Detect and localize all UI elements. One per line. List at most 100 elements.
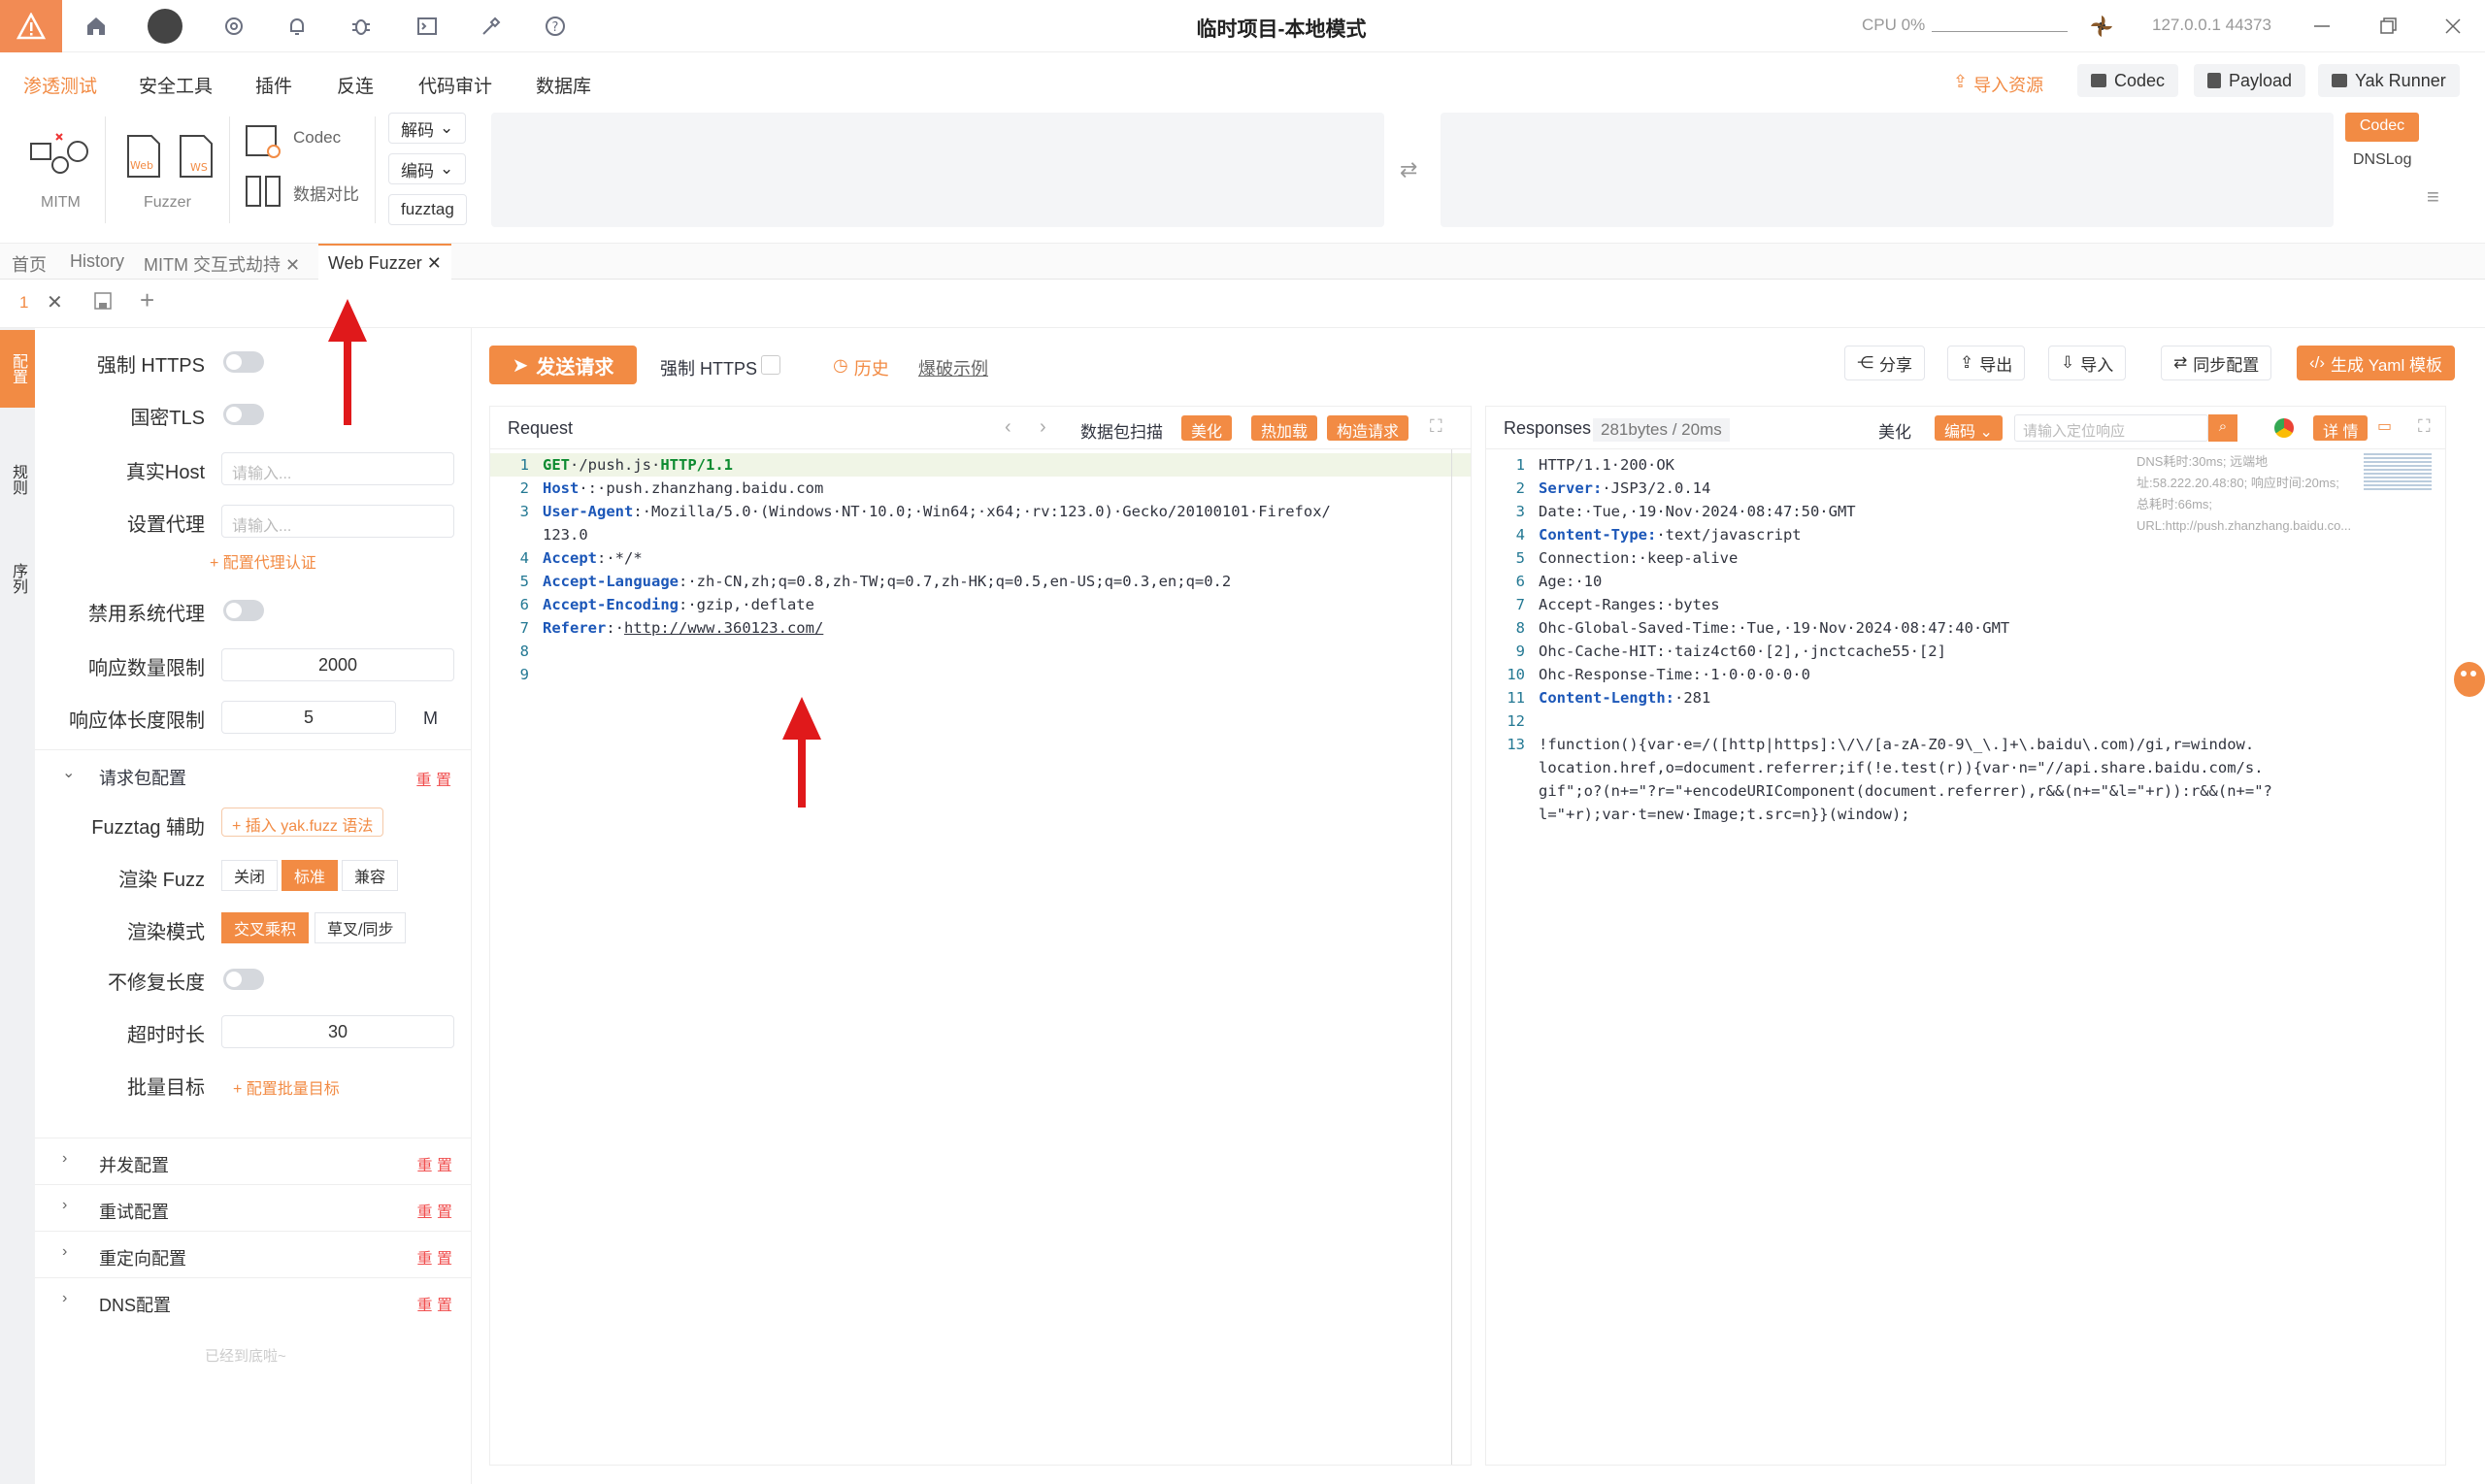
render-fuzz-compat[interactable]: 兼容 xyxy=(342,860,399,891)
share-button[interactable]: ⋲ 分享 xyxy=(1844,346,1925,380)
hotload-button[interactable]: 热加载 xyxy=(1251,415,1318,441)
close-icon[interactable]: ✕ xyxy=(285,255,300,275)
decode-select[interactable]: 解码 ⌄ xyxy=(388,113,467,144)
vtab-sequence[interactable]: 序列 xyxy=(4,540,31,617)
force-https-toggle[interactable] xyxy=(223,351,264,373)
reset-req-config[interactable]: 重 置 xyxy=(416,767,451,790)
add-tab-icon[interactable]: + xyxy=(140,285,154,315)
sync-config-button[interactable]: ⇄ 同步配置 xyxy=(2161,346,2272,380)
codec-button[interactable]: Codec xyxy=(2077,64,2179,97)
reset-dns[interactable]: 重 置 xyxy=(417,1292,452,1315)
render-fuzz-off[interactable]: 关闭 xyxy=(221,860,279,891)
close-icon[interactable]: ✕ xyxy=(47,290,63,314)
example-link[interactable]: 爆破示例 xyxy=(918,355,988,380)
tab-home[interactable]: 首页 xyxy=(12,251,47,277)
tab-mitm[interactable]: MITM 交互式劫持 ✕ xyxy=(144,251,300,277)
scrollbar[interactable] xyxy=(1451,449,1452,1465)
generate-yaml-button[interactable]: ‹/› 生成 Yaml 模板 xyxy=(2297,346,2455,380)
redirect-section[interactable]: › 重定向配置重 置 xyxy=(35,1231,472,1277)
reset-concurrency[interactable]: 重 置 xyxy=(417,1152,452,1175)
warning-icon[interactable] xyxy=(0,0,62,52)
no-fix-len-toggle[interactable] xyxy=(223,969,264,990)
response-encode-select[interactable]: 编码 ⌄ xyxy=(1935,415,2003,441)
vtab-rules[interactable]: 规则 xyxy=(4,441,31,518)
dnslog-tab[interactable]: DNSLog xyxy=(2353,151,2411,169)
import-button[interactable]: ⇩ 导入 xyxy=(2048,346,2127,380)
reset-retry[interactable]: 重 置 xyxy=(417,1199,452,1222)
search-icon[interactable]: ⌕ xyxy=(2208,414,2237,442)
menu-plugins[interactable]: 插件 xyxy=(255,72,292,98)
help-icon[interactable]: ? xyxy=(541,12,570,41)
dns-section[interactable]: › DNS配置重 置 xyxy=(35,1277,472,1324)
insert-fuzztag-button[interactable]: + 插入 yak.fuzz 语法 xyxy=(221,808,384,837)
export-button[interactable]: ⇪ 导出 xyxy=(1947,346,2026,380)
proxy-auth-link[interactable]: + 配置代理认证 xyxy=(210,549,316,573)
render-mode-sync[interactable]: 草叉/同步 xyxy=(315,912,407,943)
close-icon[interactable]: ✕ xyxy=(427,253,442,273)
codec-tool-label[interactable]: Codec xyxy=(293,128,341,148)
reset-redirect[interactable]: 重 置 xyxy=(417,1245,452,1269)
terminal-icon[interactable] xyxy=(413,12,442,41)
compare-icon[interactable] xyxy=(245,175,282,214)
request-editor[interactable]: 1 GET·/push.js·HTTP/1.1 2 Host·:·push.zhanz… xyxy=(490,453,1451,686)
codec-tab[interactable]: Codec xyxy=(2345,113,2419,142)
render-mode-cross[interactable]: 交叉乘积 xyxy=(221,912,310,943)
fuzztag-button[interactable]: fuzztag xyxy=(388,194,467,225)
resp-len-input[interactable]: 5 xyxy=(221,701,396,734)
proxy-input[interactable]: 请输入... xyxy=(221,505,454,538)
codec-input-editor[interactable] xyxy=(491,113,1384,227)
menu-pentest[interactable]: 渗透测试 xyxy=(23,72,97,98)
tab-web-fuzzer[interactable]: Web Fuzzer ✕ xyxy=(318,244,451,280)
ws-fuzzer-icon[interactable]: WS xyxy=(177,134,215,183)
timeout-input[interactable]: 30 xyxy=(221,1015,454,1048)
next-icon[interactable]: › xyxy=(1040,416,1046,439)
codec-tool-icon[interactable] xyxy=(245,124,282,164)
resp-count-input[interactable]: 2000 xyxy=(221,648,454,681)
home-icon[interactable] xyxy=(82,12,111,41)
tools-icon[interactable] xyxy=(477,12,506,41)
batch-target-link[interactable]: + 配置批量目标 xyxy=(233,1075,340,1099)
req-config-header[interactable]: 请求包配置 xyxy=(99,765,186,790)
compare-label[interactable]: 数据对比 xyxy=(293,181,359,205)
render-fuzz-standard[interactable]: 标准 xyxy=(282,860,339,891)
sort-icon[interactable]: ≡ xyxy=(2427,184,2439,210)
history-button[interactable]: ◷ 历史 xyxy=(833,355,889,380)
fan-icon[interactable] xyxy=(2087,12,2116,41)
detail-button[interactable]: 详 情 xyxy=(2313,415,2369,441)
bug-icon[interactable] xyxy=(347,12,376,41)
chrome-icon[interactable] xyxy=(2274,418,2294,438)
force-https-checkbox[interactable] xyxy=(761,355,780,375)
menu-reverse[interactable]: 反连 xyxy=(337,72,374,98)
send-request-button[interactable]: ➤ 发送请求 xyxy=(489,346,637,384)
fullscreen-icon[interactable]: ⛶ xyxy=(1430,416,1442,437)
menu-code-audit[interactable]: 代码审计 xyxy=(418,72,492,98)
subtab-1[interactable]: 1 xyxy=(19,293,28,313)
gm-tls-toggle[interactable] xyxy=(223,404,264,425)
real-host-input[interactable]: 请输入... xyxy=(221,452,454,485)
restore-icon[interactable] xyxy=(2375,14,2401,39)
encode-select[interactable]: 编码 ⌄ xyxy=(388,153,467,184)
prev-icon[interactable]: ‹ xyxy=(1005,416,1011,439)
swap-icon[interactable]: ⇄ xyxy=(1400,157,1417,182)
avatar[interactable] xyxy=(148,9,182,44)
close-icon[interactable] xyxy=(2440,14,2466,39)
request-beautify-button[interactable]: 美化 xyxy=(1181,415,1233,441)
save-icon[interactable] xyxy=(93,291,113,315)
tab-history[interactable]: History xyxy=(70,251,124,272)
minimap[interactable] xyxy=(2364,453,2432,492)
payload-button[interactable]: Payload xyxy=(2194,64,2306,97)
bell-icon[interactable] xyxy=(282,12,312,41)
build-request-button[interactable]: 构造请求 xyxy=(1327,415,1409,441)
gear-icon[interactable] xyxy=(219,12,248,41)
fullscreen-icon[interactable]: ⛶ xyxy=(2418,416,2431,437)
minimize-icon[interactable] xyxy=(2309,14,2335,39)
yak-runner-button[interactable]: Yak Runner xyxy=(2318,64,2460,97)
menu-database[interactable]: 数据库 xyxy=(536,72,591,98)
response-beautify-button[interactable]: 美化 xyxy=(1878,418,1911,443)
comment-icon[interactable]: ▭ xyxy=(2377,416,2392,436)
chevron-down-icon[interactable]: ⌄ xyxy=(62,763,75,782)
import-resource-button[interactable]: ⇪ 导入资源 xyxy=(1953,72,2043,97)
vtab-config[interactable]: 配置 xyxy=(0,330,35,408)
web-fuzzer-icon[interactable]: Web xyxy=(124,134,163,183)
response-search-input[interactable]: 请输入定位响应 xyxy=(2014,414,2208,442)
